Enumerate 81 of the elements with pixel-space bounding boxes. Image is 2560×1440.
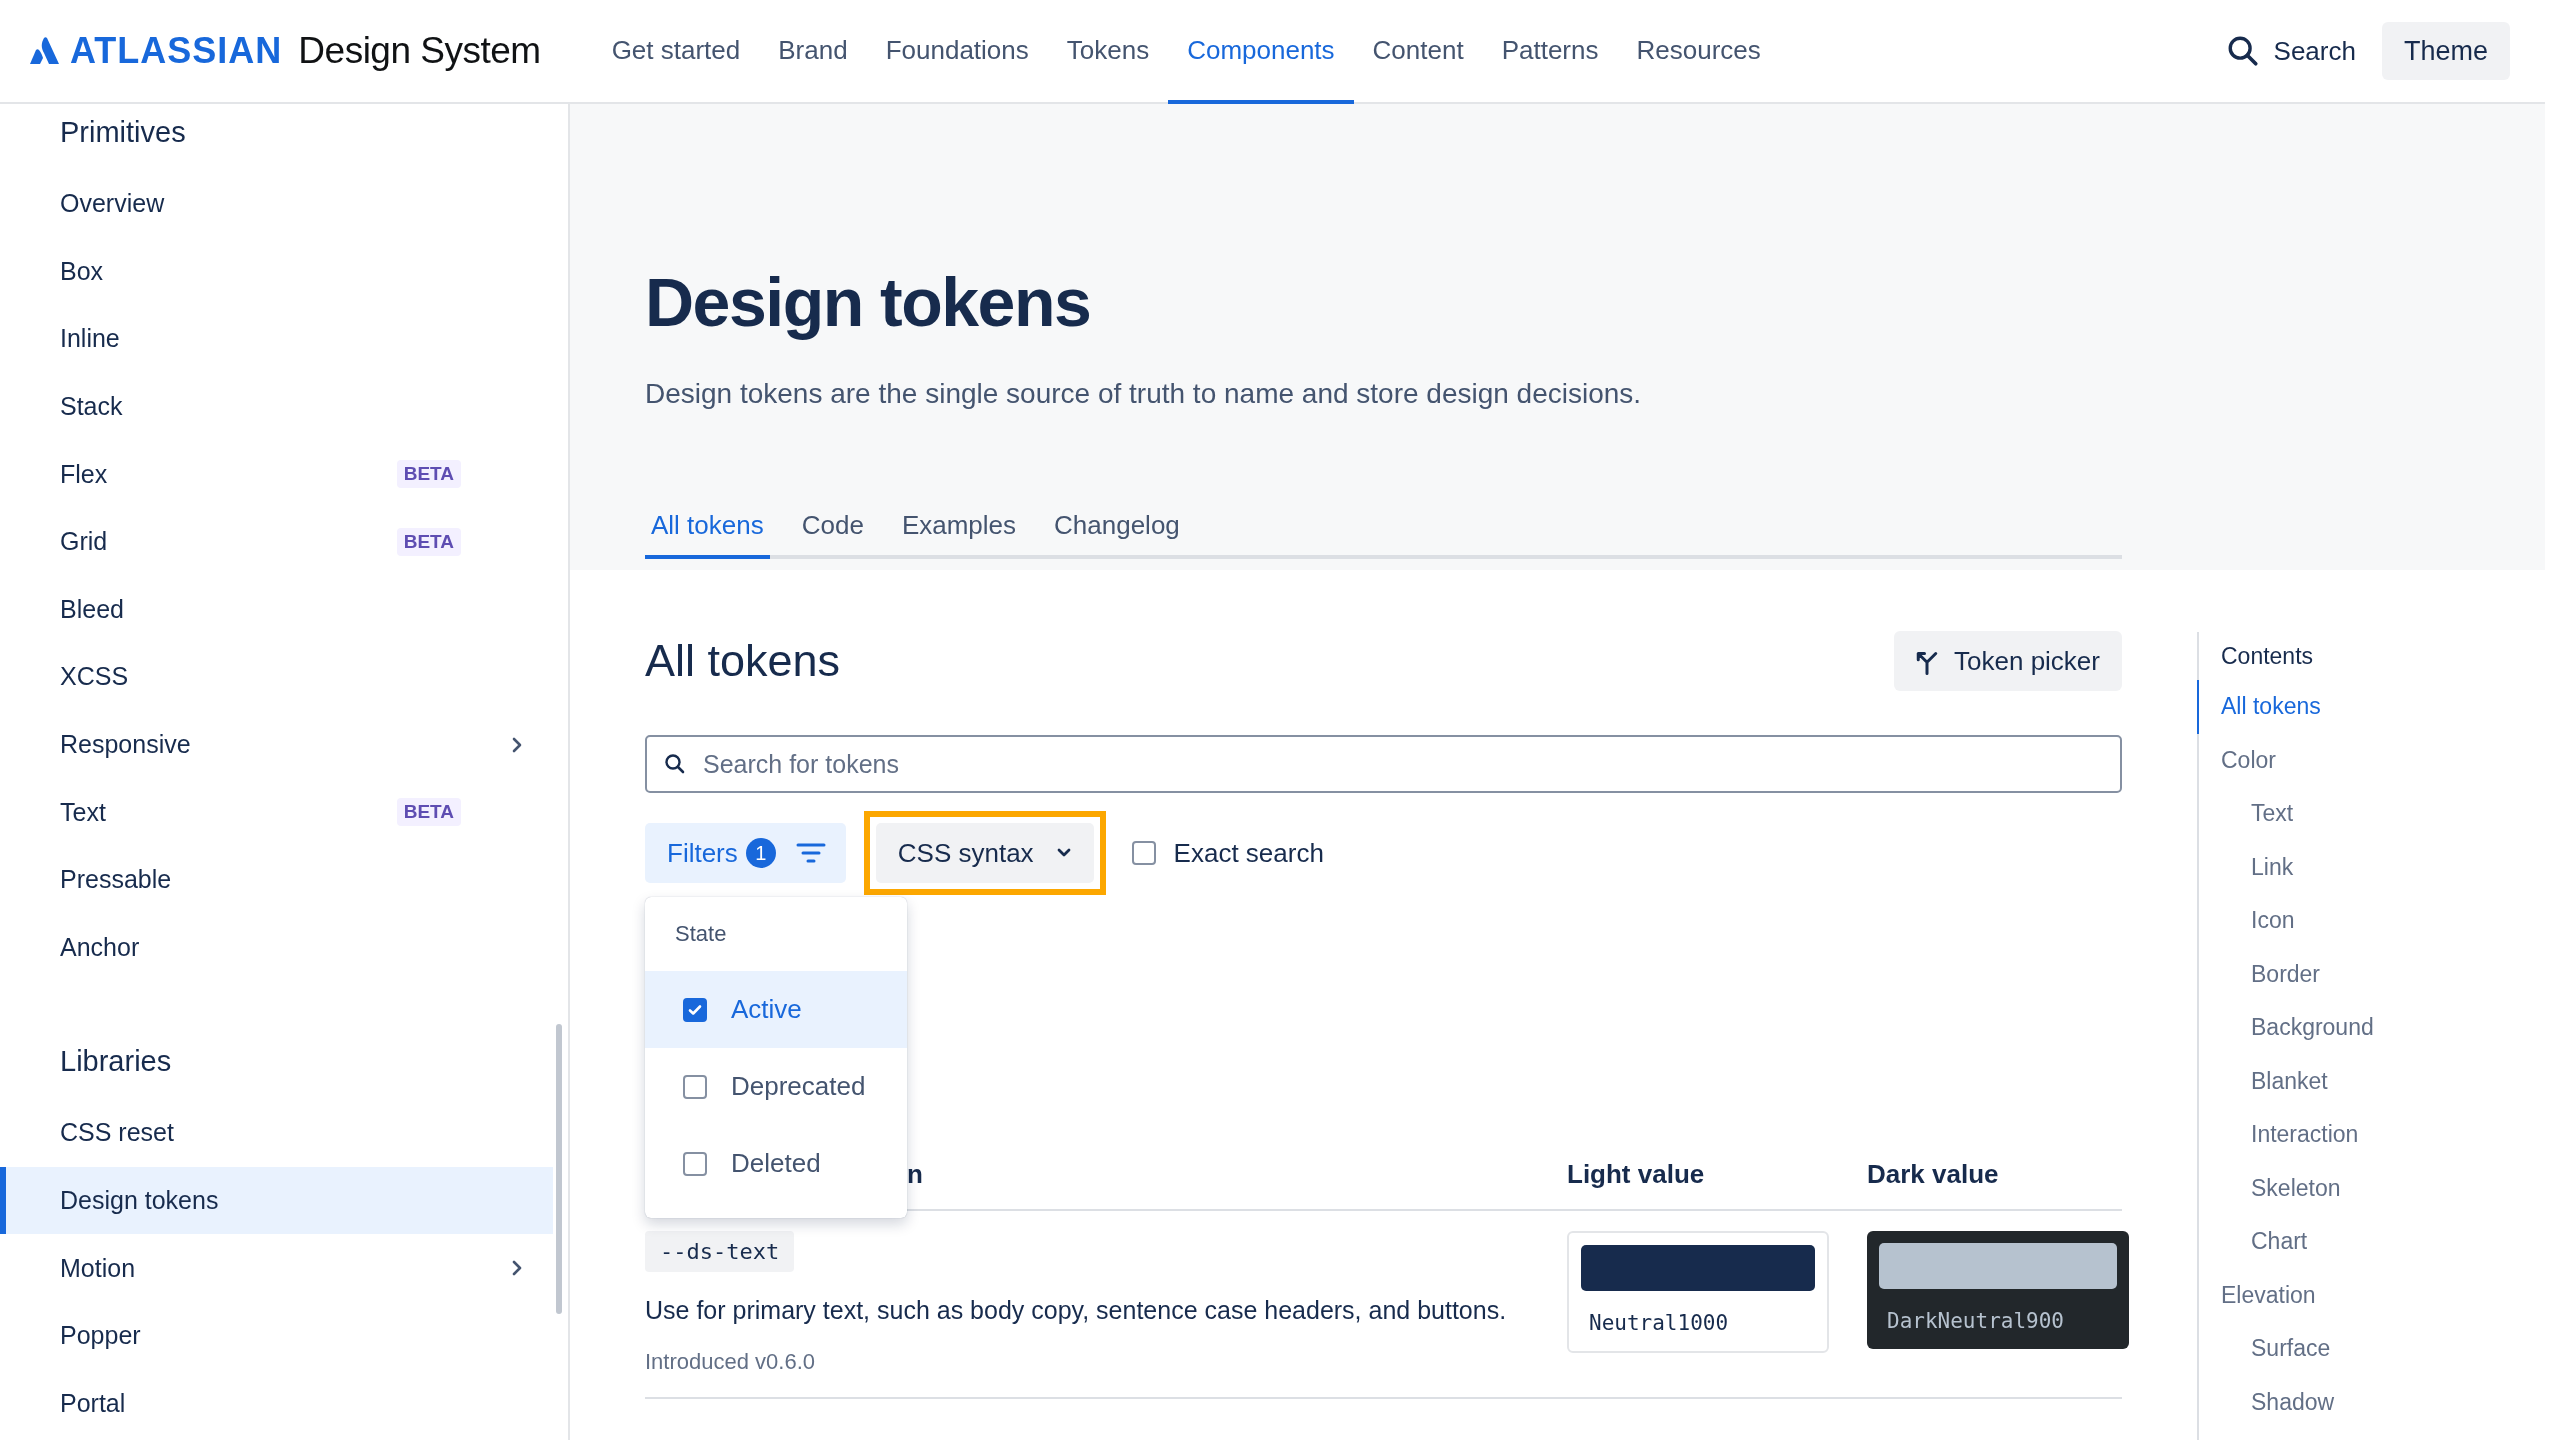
sidebar-item[interactable]: CSS reset xyxy=(0,1099,553,1167)
sidebar-item[interactable]: XCSS xyxy=(0,643,553,711)
checkbox[interactable] xyxy=(683,1151,707,1176)
search-icon xyxy=(663,752,687,776)
section-title: All tokens xyxy=(645,635,841,687)
sidebar-item[interactable]: Portal xyxy=(0,1369,553,1438)
search-button[interactable]: Search xyxy=(2211,34,2370,68)
scrollbar-thumb[interactable] xyxy=(556,1024,562,1314)
sidebar-item[interactable]: Grid BETA xyxy=(0,507,553,576)
beta-badge: BETA xyxy=(396,798,461,827)
section-heading: Primitives xyxy=(59,115,187,150)
menu-option[interactable]: Active xyxy=(645,971,907,1048)
sidebar-item[interactable]: Box xyxy=(0,237,553,306)
tab[interactable]: All tokens xyxy=(645,500,770,559)
contents-link[interactable]: Shadow xyxy=(2197,1375,2545,1429)
sidebar-item[interactable]: Overview xyxy=(0,170,553,238)
sidebar-item[interactable]: Design tokens xyxy=(0,1166,553,1235)
contents-link[interactable]: Background xyxy=(2197,1001,2545,1055)
filters-button[interactable]: Filters 1 xyxy=(645,823,846,883)
contents-link[interactable]: Surface xyxy=(2197,1322,2545,1376)
tab[interactable]: Examples xyxy=(895,500,1023,559)
contents-heading: Contents xyxy=(2220,642,2315,671)
color-name: Neutral1000 xyxy=(1588,1311,1730,1335)
beta-badge: BETA xyxy=(396,527,461,556)
token-description: Use for primary text, such as body copy, sentence case headers, and buttons. xyxy=(645,1296,1508,1325)
contents-link[interactable]: Chart xyxy=(2197,1215,2545,1269)
syntax-dropdown[interactable]: CSS syntax xyxy=(875,823,1094,883)
theme-button[interactable]: Theme xyxy=(2381,22,2510,80)
sidebar-item[interactable]: Pressable xyxy=(0,845,553,914)
nav-link[interactable]: Tokens xyxy=(1047,0,1169,104)
contents-link[interactable]: Interaction xyxy=(2197,1108,2545,1162)
sidebar-item[interactable]: Responsive xyxy=(0,710,553,779)
filter-icon xyxy=(795,841,826,865)
nav-link[interactable]: Resources xyxy=(1617,0,1780,104)
logo-wordmark[interactable]: ATLASSIAN xyxy=(70,30,283,72)
checkbox[interactable] xyxy=(1131,841,1156,865)
product-name[interactable]: Design System xyxy=(298,30,541,72)
version-note: Introduced v0.6.0 xyxy=(645,1349,816,1375)
contents-link[interactable]: Icon xyxy=(2197,894,2545,948)
sidebar-item[interactable]: Stack xyxy=(0,372,553,441)
count-badge: 1 xyxy=(745,838,776,868)
chevron-down-icon xyxy=(1055,847,1072,859)
beta-badge: BETA xyxy=(396,460,461,489)
page-title: Design tokens xyxy=(645,263,1092,342)
nav-link[interactable]: Get started xyxy=(592,0,760,104)
sidebar-item[interactable]: Inline xyxy=(0,305,553,373)
menu-option[interactable]: Deprecated xyxy=(645,1048,907,1125)
sidebar-item[interactable]: Motion xyxy=(0,1234,553,1302)
nav-link[interactable]: Content xyxy=(1353,0,1483,104)
column-header: n xyxy=(907,1159,923,1191)
sidebar-item[interactable]: Text BETA xyxy=(0,778,553,846)
contents-link[interactable]: Color xyxy=(2197,733,2545,787)
sidebar-item[interactable]: Bleed xyxy=(0,575,553,644)
sidebar-item[interactable]: Popper xyxy=(0,1301,553,1370)
page-description: Design tokens are the single source of truth to name and store design decisions. xyxy=(645,378,1643,410)
sidebar-item[interactable]: Flex BETA xyxy=(0,440,553,508)
contents-link[interactable]: Text xyxy=(2197,787,2545,841)
tab[interactable]: Code xyxy=(795,500,870,559)
search-field[interactable]: Search for tokens xyxy=(645,735,2122,793)
section-heading: Libraries xyxy=(59,1044,173,1080)
menu-heading: State xyxy=(674,920,728,948)
contents-link[interactable]: Elevation xyxy=(2197,1268,2545,1322)
color-name: DarkNeutral900 xyxy=(1886,1309,2065,1333)
logo-icon xyxy=(30,36,60,66)
contents-link[interactable]: Link xyxy=(2197,840,2545,894)
contents-link[interactable]: Border xyxy=(2197,947,2545,1001)
checkbox[interactable] xyxy=(683,1074,707,1099)
nav-link[interactable]: Brand xyxy=(759,0,867,104)
column-header: Light value xyxy=(1567,1159,1706,1191)
contents-link[interactable]: Blanket xyxy=(2197,1054,2545,1108)
nav-link[interactable]: Patterns xyxy=(1482,0,1618,104)
sidebar-item[interactable]: Anchor xyxy=(0,913,553,982)
checkbox[interactable] xyxy=(683,997,707,1022)
contents-link[interactable]: Skeleton xyxy=(2197,1161,2545,1215)
token-picker-button[interactable]: Token picker xyxy=(1894,631,2122,691)
nav-link[interactable]: Foundations xyxy=(866,0,1048,104)
tab[interactable]: Changelog xyxy=(1048,500,1186,559)
menu-option[interactable]: Deleted xyxy=(645,1125,907,1202)
token-name: --ds-text xyxy=(645,1231,795,1272)
column-header: Dark value xyxy=(1867,1159,2000,1191)
checkbox-label: Exact search xyxy=(1173,837,1324,869)
